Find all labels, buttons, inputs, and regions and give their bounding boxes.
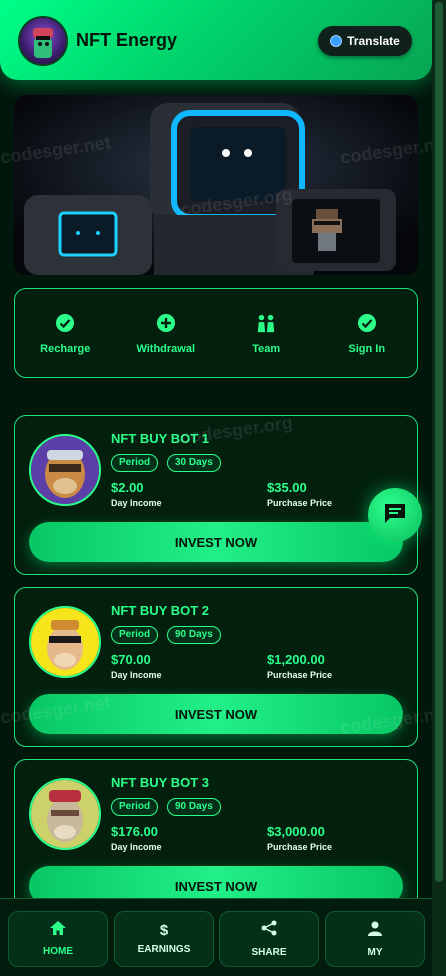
- nft-image: [29, 778, 101, 850]
- period-tag: Period: [111, 798, 159, 816]
- purchase-price-value: $3,000.00: [267, 824, 325, 839]
- nav-share[interactable]: SHARE: [219, 911, 319, 967]
- period-tag: Period: [111, 454, 159, 472]
- product-card: NFT BUY BOT 1 Period 30 Days $2.00 Day I…: [14, 415, 418, 575]
- bottom-navigation: HOME $ EARNINGS SHARE MY: [0, 898, 432, 976]
- invest-now-button[interactable]: INVEST NOW: [29, 694, 403, 734]
- hero-banner[interactable]: [14, 95, 418, 275]
- product-name: NFT BUY BOT 2: [111, 603, 209, 618]
- chat-button[interactable]: [368, 488, 422, 542]
- action-label: Recharge: [40, 343, 91, 355]
- home-icon: [50, 921, 66, 940]
- day-income-label: Day Income: [111, 498, 162, 508]
- day-income-label: Day Income: [111, 842, 162, 852]
- nft-image: [29, 606, 101, 678]
- duration-tag: 90 Days: [167, 798, 221, 816]
- duration-tag: 30 Days: [167, 454, 221, 472]
- nav-earnings[interactable]: $ EARNINGS: [114, 911, 214, 967]
- robot-illustration: [14, 95, 418, 275]
- nav-label: HOME: [43, 946, 73, 957]
- plus-circle-icon: [156, 313, 176, 333]
- day-income-value: $2.00: [111, 480, 144, 495]
- translate-button[interactable]: Translate: [318, 26, 412, 56]
- nav-my[interactable]: MY: [325, 911, 425, 967]
- check-circle-icon: [357, 313, 377, 333]
- dollar-icon: $: [159, 922, 169, 939]
- day-income-value: $176.00: [111, 824, 158, 839]
- team-action[interactable]: Team: [216, 289, 317, 377]
- purchase-price-label: Purchase Price: [267, 498, 333, 508]
- chat-icon: [383, 502, 407, 529]
- day-income-label: Day Income: [111, 670, 162, 680]
- scrollbar-thumb[interactable]: [435, 2, 443, 882]
- product-card: NFT BUY BOT 3 Period 90 Days $176.00 Day…: [14, 759, 418, 919]
- avatar[interactable]: [18, 16, 68, 66]
- nav-label: SHARE: [251, 947, 287, 958]
- withdrawal-action[interactable]: Withdrawal: [116, 289, 217, 377]
- app-title: NFT Energy: [76, 30, 178, 50]
- app-screen: NFT Energy Translate Recharge Withdrawal…: [0, 0, 432, 976]
- sign-in-action[interactable]: Sign In: [317, 289, 418, 377]
- product-name: NFT BUY BOT 1: [111, 431, 209, 446]
- team-icon: [256, 313, 276, 333]
- purchase-price-label: Purchase Price: [267, 842, 333, 852]
- scrollbar[interactable]: [432, 0, 446, 976]
- period-tag: Period: [111, 626, 159, 644]
- product-card: NFT BUY BOT 2 Period 90 Days $70.00 Day …: [14, 587, 418, 747]
- top-header: NFT Energy Translate: [0, 0, 432, 80]
- purchase-price-label: Purchase Price: [267, 670, 333, 680]
- invest-now-button[interactable]: INVEST NOW: [29, 522, 403, 562]
- product-name: NFT BUY BOT 3: [111, 775, 209, 790]
- action-label: Withdrawal: [136, 343, 196, 355]
- translate-label: Translate: [347, 34, 400, 48]
- action-label: Team: [252, 343, 281, 355]
- share-icon: [261, 920, 277, 941]
- check-circle-icon: [55, 313, 75, 333]
- quick-actions: Recharge Withdrawal Team Sign In: [14, 288, 418, 378]
- nft-image: [29, 434, 101, 506]
- duration-tag: 90 Days: [167, 626, 221, 644]
- purchase-price-value: $1,200.00: [267, 652, 325, 667]
- nav-home[interactable]: HOME: [8, 911, 108, 967]
- day-income-value: $70.00: [111, 652, 151, 667]
- purchase-price-value: $35.00: [267, 480, 307, 495]
- nav-label: MY: [367, 946, 383, 958]
- user-icon: [368, 921, 382, 941]
- globe-icon: [330, 35, 343, 47]
- recharge-action[interactable]: Recharge: [15, 289, 116, 377]
- nav-label: EARNINGS: [137, 944, 191, 955]
- action-label: Sign In: [348, 343, 386, 355]
